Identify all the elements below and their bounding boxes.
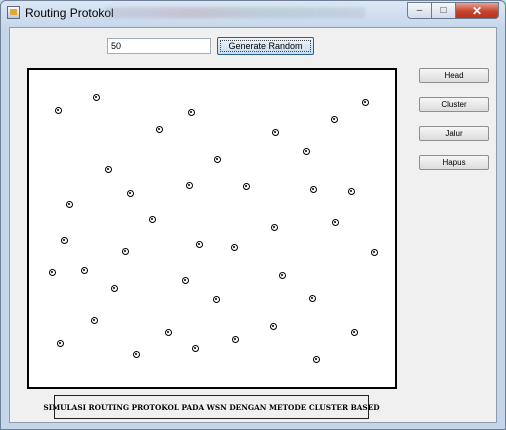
sensor-node	[347, 187, 355, 195]
close-icon: ✕	[471, 3, 483, 18]
sensor-node	[278, 271, 286, 279]
sensor-node	[132, 350, 140, 358]
sensor-node	[121, 247, 129, 255]
sensor-node	[361, 98, 369, 106]
sensor-node	[164, 328, 172, 336]
maximize-icon: □	[440, 5, 447, 16]
caption-buttons: – □ ✕	[407, 2, 499, 19]
sensor-node	[312, 355, 320, 363]
sensor-node	[90, 316, 98, 324]
sensor-node	[148, 215, 156, 223]
window-title: Routing Protokol	[25, 6, 114, 20]
cluster-button[interactable]: Cluster	[419, 97, 489, 112]
close-button[interactable]: ✕	[456, 2, 499, 19]
sensor-node	[350, 328, 358, 336]
hapus-button[interactable]: Hapus	[419, 155, 489, 170]
sensor-node	[126, 189, 134, 197]
sensor-node	[56, 339, 64, 347]
sensor-node	[231, 335, 239, 343]
sensor-node	[54, 106, 62, 114]
sensor-node	[230, 243, 238, 251]
sensor-node	[331, 218, 339, 226]
titlebar-blur	[105, 7, 365, 18]
simulation-caption: SIMULASI ROUTING PROTOKOL PADA WSN DENGA…	[43, 395, 380, 419]
minimize-button[interactable]: –	[407, 2, 432, 19]
sensor-node	[104, 165, 112, 173]
sensor-node	[309, 185, 317, 193]
sensor-node	[195, 240, 203, 248]
sensor-node	[181, 276, 189, 284]
app-window: Routing Protokol – □ ✕ Generate Random H…	[0, 0, 506, 430]
java-app-icon	[7, 6, 20, 19]
sensor-node	[308, 294, 316, 302]
sensor-node	[185, 181, 193, 189]
generate-random-button[interactable]: Generate Random	[217, 37, 314, 55]
sensor-node	[191, 344, 199, 352]
sensor-node	[330, 115, 338, 123]
sensor-node	[65, 200, 73, 208]
head-button[interactable]: Head	[419, 68, 489, 83]
sensor-node	[48, 268, 56, 276]
sensor-node	[80, 266, 88, 274]
sensor-node	[213, 155, 221, 163]
minimize-icon: –	[416, 5, 423, 16]
sensor-node	[187, 108, 195, 116]
sensor-node	[60, 236, 68, 244]
jalur-button[interactable]: Jalur	[419, 126, 489, 141]
sensor-node	[92, 93, 100, 101]
sensor-node	[370, 248, 378, 256]
sensor-node	[212, 295, 220, 303]
simulation-canvas[interactable]	[27, 68, 397, 389]
main-panel: Generate Random Head Cluster Jalur Hapus…	[9, 27, 497, 423]
sensor-node	[271, 128, 279, 136]
sensor-node	[110, 284, 118, 292]
sensor-node	[270, 223, 278, 231]
node-count-input[interactable]	[107, 38, 211, 54]
sensor-node	[155, 125, 163, 133]
title-bar[interactable]: Routing Protokol – □ ✕	[1, 1, 505, 25]
sensor-node	[242, 182, 250, 190]
maximize-button[interactable]: □	[432, 2, 456, 19]
sensor-node	[302, 147, 310, 155]
sensor-node	[269, 322, 277, 330]
